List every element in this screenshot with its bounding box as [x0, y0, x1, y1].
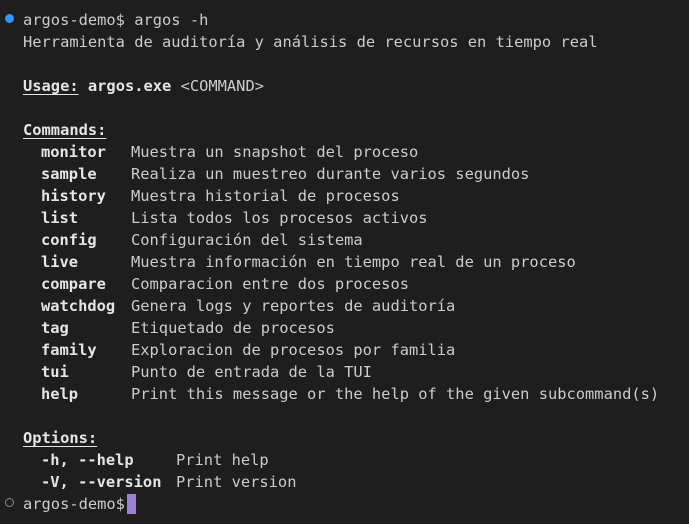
usage-args: <COMMAND>: [180, 77, 264, 95]
typed-command: argos -h: [134, 11, 209, 29]
command-description: Muestra un snapshot del proceso: [131, 143, 419, 161]
command-row: tui Punto de entrada de la TUI: [41, 361, 372, 383]
command-row: help Print this message or the help of th…: [41, 383, 659, 405]
command-name: monitor: [41, 143, 106, 161]
command-name: tag: [41, 319, 69, 337]
command-line-1: argos-demo$ argos -h: [23, 9, 208, 31]
command-row: list Lista todos los procesos activos: [41, 207, 428, 229]
command-name: tui: [41, 363, 69, 381]
command-row: monitor Muestra un snapshot del proceso: [41, 141, 418, 163]
command-description: Punto de entrada de la TUI: [131, 363, 372, 381]
command-row: tag Etiquetado de procesos: [41, 317, 335, 339]
usage-label: Usage:: [23, 77, 79, 95]
command-name: help: [41, 385, 79, 403]
usage-binary: argos.exe: [87, 77, 172, 95]
command-name: family: [41, 341, 97, 359]
command-description: Exploracion de procesos por familia: [131, 341, 456, 359]
command-name: list: [41, 209, 79, 227]
text-cursor: [126, 494, 136, 514]
command-description: Configuración del sistema: [131, 231, 363, 249]
command-description: Realiza un muestreo durante varios segun…: [131, 165, 530, 183]
command-description: Muestra información en tiempo real de un…: [131, 253, 576, 271]
command-name: live: [41, 253, 79, 271]
option-description: Print help: [176, 451, 269, 469]
command-line-2[interactable]: argos-demo$: [23, 493, 136, 515]
command-row: family Exploracion de procesos por famili…: [41, 339, 455, 361]
command-description: Comparacion entre dos procesos: [131, 275, 409, 293]
command-description: Print this message or the help of the gi…: [131, 385, 660, 403]
command-row: config Configuración del sistema: [41, 229, 363, 251]
option-flag: -h, --help: [41, 451, 134, 469]
command-row: history Muestra historial de procesos: [41, 185, 400, 207]
shell-prompt: argos-demo$: [23, 495, 125, 513]
command-description: Muestra historial de procesos: [131, 187, 400, 205]
usage-line: Usage: argos.exe <COMMAND>: [23, 75, 264, 97]
command-row: watchdog Genera logs y reportes de audito…: [41, 295, 455, 317]
option-row: -V, --version Print version: [41, 471, 296, 493]
option-description: Print version: [176, 473, 297, 491]
command-description: Etiquetado de procesos: [131, 319, 335, 337]
command-name: sample: [41, 165, 97, 183]
options-heading: Options:: [23, 429, 98, 447]
terminal-panel[interactable]: argos-demo$ argos -h Herramienta de audi…: [0, 0, 689, 524]
commands-heading: Commands:: [23, 121, 107, 139]
tool-description: Herramienta de auditoría y análisis de r…: [23, 33, 598, 51]
command-description: Lista todos los procesos activos: [131, 209, 428, 227]
shell-prompt: argos-demo$: [23, 11, 125, 29]
command-name: watchdog: [41, 297, 116, 315]
command-row: sample Realiza un muestreo durante varios…: [41, 163, 529, 185]
option-row: -h, --help Print help: [41, 449, 269, 471]
command-success-decoration-icon[interactable]: [5, 14, 14, 23]
command-name: config: [41, 231, 97, 249]
command-idle-decoration-icon[interactable]: [5, 498, 14, 507]
command-row: compare Comparacion entre dos procesos: [41, 273, 409, 295]
command-row: live Muestra información en tiempo real d…: [41, 251, 576, 273]
command-description: Genera logs y reportes de auditoría: [131, 297, 456, 315]
command-name: history: [41, 187, 106, 205]
command-name: compare: [41, 275, 106, 293]
option-flag: -V, --version: [41, 473, 162, 491]
